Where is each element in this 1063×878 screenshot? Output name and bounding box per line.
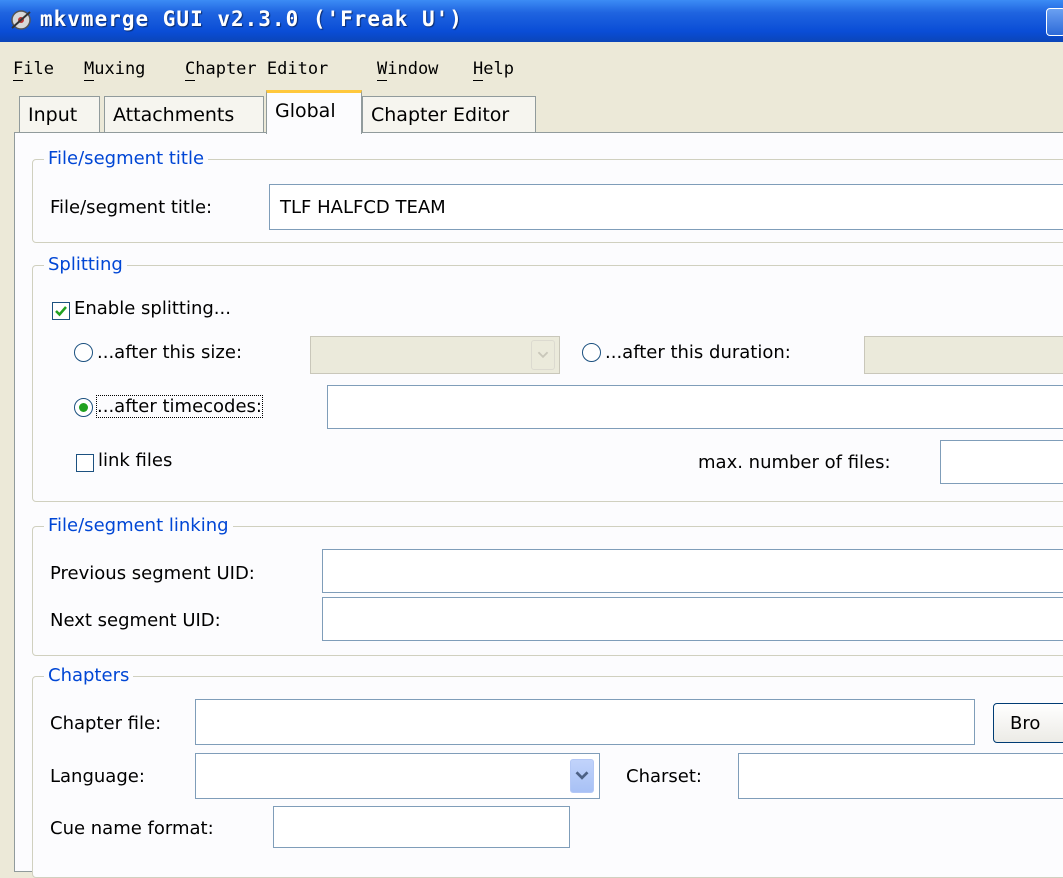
file-segment-title-legend: File/segment title [44,148,209,169]
charset-label: Charset: [626,766,702,787]
menu-chapter-editor[interactable]: Chapter Editor [185,59,328,79]
browse-button-label: Bro [1010,712,1041,734]
cue-name-format-label: Cue name format: [50,818,214,839]
file-segment-title-input[interactable]: TLF HALFCD TEAM [269,184,1063,230]
link-files-checkbox[interactable] [76,454,94,472]
enable-splitting-label: Enable splitting... [74,298,231,319]
after-size-radio[interactable] [74,343,93,362]
after-size-label: ...after this size: [97,342,243,363]
tab-global[interactable]: Global [266,90,362,134]
next-segment-uid-label: Next segment UID: [50,610,221,631]
after-timecodes-input[interactable] [327,385,1063,429]
after-timecodes-label: ...after timecodes: [96,395,263,418]
app-icon [11,10,31,30]
after-duration-input[interactable] [864,336,1063,374]
menu-bar [0,42,1063,92]
mnemonic-underline [377,80,387,81]
next-segment-uid-input[interactable] [322,597,1063,641]
cue-name-format-input[interactable] [273,806,570,848]
chevron-down-icon [537,351,549,359]
window-title: mkvmerge GUI v2.3.0 ('Freak U') [40,7,463,31]
previous-segment-uid-input[interactable] [322,549,1063,593]
splitting-legend: Splitting [44,254,127,275]
mnemonic-underline [84,80,94,81]
file-segment-title-label: File/segment title: [50,197,213,218]
language-label: Language: [50,766,145,787]
after-size-select[interactable] [310,336,560,374]
chapter-file-label: Chapter file: [50,713,162,734]
chevron-down-icon [575,771,589,780]
checkmark-icon [55,306,67,317]
max-files-input[interactable] [940,440,1063,484]
mnemonic-underline [473,80,483,81]
tab-attachments[interactable]: Attachments [104,96,264,132]
menu-file[interactable]: File [13,59,54,79]
tab-input[interactable]: Input [19,96,100,132]
file-segment-title-value: TLF HALFCD TEAM [280,196,446,218]
browse-button[interactable]: Bro [993,703,1063,743]
language-select[interactable] [195,753,600,799]
after-timecodes-radio[interactable] [74,398,93,417]
minimize-button[interactable] [1046,8,1063,36]
link-files-label: link files [98,450,173,471]
mnemonic-underline [185,80,195,81]
after-duration-label: ...after this duration: [605,342,791,363]
menu-help[interactable]: Help [473,59,514,79]
chapter-file-input[interactable] [195,699,975,745]
tab-chapter-editor[interactable]: Chapter Editor [362,96,536,132]
file-segment-linking-legend: File/segment linking [44,515,233,536]
menu-window[interactable]: Window [377,59,438,79]
enable-splitting-checkbox[interactable] [52,302,70,320]
after-duration-radio[interactable] [582,343,601,362]
mnemonic-underline [13,80,23,81]
max-files-label: max. number of files: [698,452,891,473]
after-size-dropdown-button[interactable] [531,340,555,370]
menu-muxing[interactable]: Muxing [84,59,145,79]
previous-segment-uid-label: Previous segment UID: [50,563,255,584]
language-dropdown-button[interactable] [570,759,594,793]
chapters-legend: Chapters [44,665,134,686]
charset-input[interactable] [738,753,1063,799]
